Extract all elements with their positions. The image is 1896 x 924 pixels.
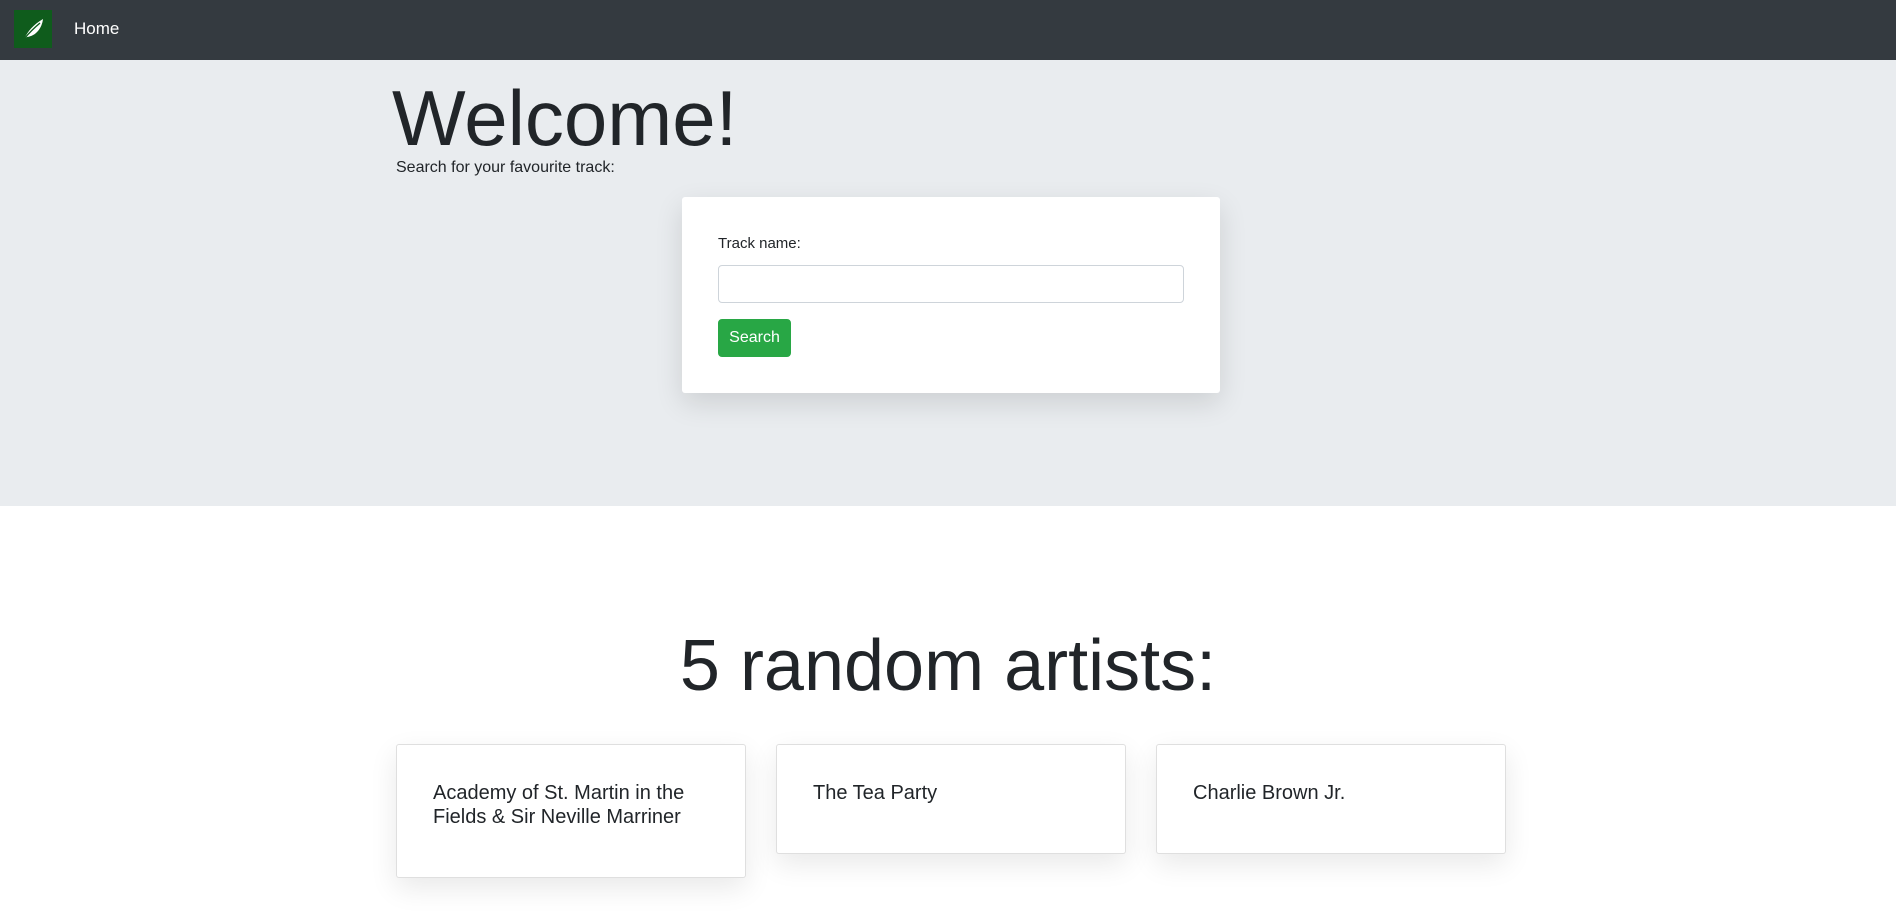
artist-card[interactable]: The Tea Party [776, 744, 1126, 854]
page-title: Welcome! [392, 74, 738, 162]
artist-name: Academy of St. Martin in the Fields & Si… [433, 782, 685, 828]
search-form-card: Track name: Search [682, 197, 1220, 393]
artist-card[interactable]: Academy of St. Martin in the Fields & Si… [396, 744, 746, 878]
track-name-input[interactable] [718, 265, 1184, 303]
jumbotron: Welcome! Search for your favourite track… [0, 60, 1896, 506]
artist-name: The Tea Party [813, 782, 938, 804]
nav-home-link[interactable]: Home [74, 18, 119, 40]
page-subtitle: Search for your favourite track: [396, 159, 615, 176]
track-name-label: Track name: [718, 235, 801, 252]
leaf-icon [23, 19, 43, 40]
artists-heading: 5 random artists: [679, 626, 1217, 706]
navbar: Home [0, 0, 1896, 60]
artist-card[interactable]: Charlie Brown Jr. [1156, 744, 1506, 854]
artist-name: Charlie Brown Jr. [1193, 782, 1346, 804]
search-button[interactable]: Search [718, 319, 791, 357]
brand-logo[interactable] [14, 10, 52, 48]
